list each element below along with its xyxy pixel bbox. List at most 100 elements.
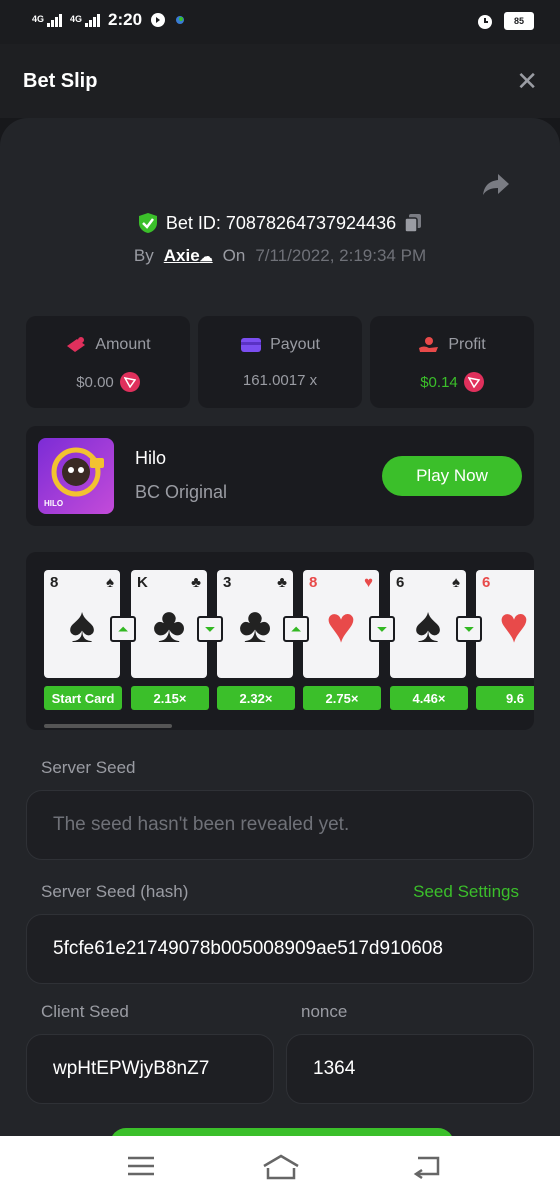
playing-card: 8 ♠ ♠ (44, 570, 120, 678)
by-label: By (133, 246, 154, 265)
horizontal-scrollbar[interactable] (44, 724, 172, 728)
game-subtitle: BC Original (135, 482, 228, 502)
card-suit-large-icon: ♠ (68, 597, 96, 653)
card-rank: 8 (309, 574, 318, 591)
status-right: 85 (476, 12, 534, 30)
multiplier-badge: 2.32× (217, 686, 295, 710)
username-link[interactable]: Axie☁ (164, 246, 213, 266)
higher-arrow-icon: ⏶ (283, 616, 309, 642)
signal-icon-2: 4G (70, 13, 101, 27)
playing-card: 6 ♠ ♠ (390, 570, 466, 678)
bet-id-row: Bet ID: 70878264737924436 (0, 212, 560, 234)
multiplier-badge: 2.75× (303, 686, 381, 710)
amount-value-row: $0.00 (26, 372, 190, 392)
signal-icon: 4G (32, 13, 63, 27)
multiplier-badge: 2.15× (131, 686, 209, 710)
card-rank: 8 (50, 574, 59, 591)
game-thumb-text: HILO (44, 499, 64, 508)
payout-card: Payout 161.0017 x (198, 316, 362, 408)
network-type: 4G (32, 13, 45, 24)
tron-coin-icon (119, 372, 140, 392)
higher-arrow-icon: ⏶ (110, 616, 136, 642)
card-suit-icon: ♠ (452, 574, 460, 591)
amount-label-row: Amount (26, 336, 190, 354)
card-rank: 6 (482, 574, 491, 591)
back-icon[interactable] (412, 1154, 442, 1180)
header: Bet Slip ✕ (0, 44, 560, 118)
game-card: HILO Hilo BC Original Play Now (26, 426, 534, 526)
client-seed-field[interactable]: wpHtEPWjyB8nZ7 (26, 1034, 274, 1104)
wallet-icon (241, 338, 262, 352)
tron-coin-icon (463, 372, 484, 392)
page-title: Bet Slip (23, 70, 98, 92)
cloud-icon: ☁ (199, 249, 213, 264)
battery-icon: 85 (504, 12, 534, 30)
server-hash-field[interactable]: 5fcfe61e21749078b005008909ae517d910608 (26, 914, 534, 984)
payout-label: Payout (270, 336, 320, 353)
multiplier-badge: 4.46× (390, 686, 468, 710)
system-nav-bar (0, 1136, 560, 1200)
card-suit-large-icon: ♣ (152, 597, 186, 653)
amount-label: Amount (95, 336, 151, 353)
status-left: 4G 4G 2:20 (32, 10, 186, 30)
card-suit-icon: ♣ (277, 574, 287, 591)
card-rank: 6 (396, 574, 405, 591)
card-suit-large-icon: ♠ (414, 597, 442, 653)
payout-label-row: Payout (198, 336, 362, 354)
share-icon[interactable] (482, 172, 510, 196)
card-suit-large-icon: ♥ (499, 597, 529, 653)
card-suit-icon: ♠ (106, 574, 114, 591)
amount-card: Amount $0.00 (26, 316, 190, 408)
bet-date: 7/11/2022, 2:19:34 PM (255, 246, 427, 265)
nonce-label: nonce (301, 1002, 348, 1021)
home-icon[interactable] (262, 1154, 300, 1180)
alarm-icon (478, 15, 492, 29)
card-suit-icon: ♣ (191, 574, 201, 591)
card-suit-icon: ♥ (364, 574, 373, 591)
nonce-field[interactable]: 1364 (286, 1034, 534, 1104)
amount-value: $0.00 (76, 373, 114, 391)
payout-value: 161.0017 x (242, 372, 318, 389)
card-suit-large-icon: ♣ (238, 597, 272, 653)
lower-arrow-icon: ⏷ (456, 616, 482, 642)
playing-card: 3 ♣ ♣ (217, 570, 293, 678)
menu-icon[interactable] (127, 1154, 155, 1178)
profit-label-row: Profit (370, 336, 534, 354)
playing-card: K ♣ ♣ (131, 570, 207, 678)
server-hash-label: Server Seed (hash) (41, 882, 189, 901)
verified-shield-icon (138, 213, 157, 233)
playing-card: 6♥♥ (476, 570, 534, 678)
bet-id: Bet ID: 70878264737924436 (165, 212, 397, 233)
game-name: Hilo (135, 448, 167, 468)
profit-label: Profit (448, 336, 486, 353)
multiplier-badge: Start Card (44, 686, 122, 710)
clock: 2:20 (108, 10, 143, 29)
card-rank: K (137, 574, 148, 591)
app-notification-icon-2 (176, 16, 185, 24)
network-type-2: 4G (70, 13, 83, 24)
client-seed-label: Client Seed (41, 1002, 129, 1021)
playing-card: 8 ♥ ♥ (303, 570, 379, 678)
username: Axie (163, 246, 200, 265)
lower-arrow-icon: ⏷ (197, 616, 223, 642)
money-icon (67, 337, 86, 352)
server-seed-label: Server Seed (41, 758, 136, 777)
profit-value: $0.14 (420, 373, 458, 391)
status-bar: 4G 4G 2:20 85 (0, 0, 560, 44)
card-history[interactable]: 8 ♠ ♠ Start Card K ♣ ♣ 2.15× 3 ♣ ♣ 2.32× 8 ♥ ♥ 2.75× 6 ♠ ♠… (26, 552, 534, 730)
profit-card: Profit $0.14 (370, 316, 534, 408)
profit-value-row: $0.14 (370, 372, 534, 392)
multiplier-badge: 9.6 (476, 686, 534, 710)
profit-hand-icon (419, 337, 439, 352)
seed-settings-link[interactable]: Seed Settings (413, 882, 519, 902)
on-label: On (222, 246, 246, 265)
play-now-button[interactable]: Play Now (382, 456, 522, 496)
card-suit-large-icon: ♥ (326, 597, 356, 653)
close-icon[interactable]: ✕ (516, 68, 538, 94)
copy-icon[interactable] (404, 213, 422, 233)
server-seed-field: The seed hasn't been revealed yet. (26, 790, 534, 860)
app-notification-icon (151, 13, 166, 27)
lower-arrow-icon: ⏷ (369, 616, 395, 642)
game-thumbnail[interactable]: HILO (38, 438, 114, 514)
card-rank: 3 (223, 574, 232, 591)
